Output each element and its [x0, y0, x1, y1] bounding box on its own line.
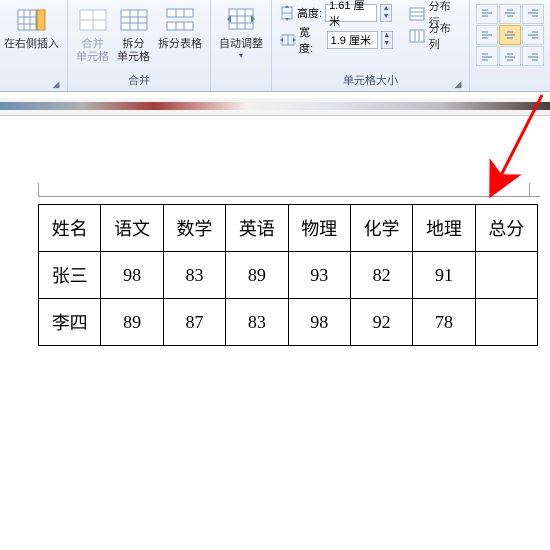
distribute-cols-icon	[409, 29, 425, 43]
width-icon	[280, 33, 296, 47]
autofit-button[interactable]: 自动调整 ▾	[215, 2, 267, 62]
split-table-icon	[164, 4, 196, 36]
table-cell[interactable]: 82	[350, 252, 412, 299]
insert-right-button[interactable]: 在右侧插入	[0, 2, 63, 53]
align-top-right-button[interactable]	[522, 4, 544, 24]
split-table-label: 拆分表格	[158, 38, 202, 51]
table-row: 张三 98 83 89 93 82 91	[39, 252, 538, 299]
split-cells-button[interactable]: 拆分 单元格	[113, 2, 154, 66]
dialog-launcher-icon[interactable]: ◢	[453, 79, 463, 89]
align-bottom-left-button[interactable]	[476, 46, 498, 66]
merge-cells-label: 合并 单元格	[76, 38, 109, 64]
distribute-cols-label: 分布列	[429, 20, 461, 52]
height-label: 高度:	[297, 5, 322, 21]
table-cell[interactable]: 78	[413, 299, 475, 346]
table-row: 李四 89 87 83 98 92 78	[39, 299, 538, 346]
width-spinner[interactable]: ▲▼	[381, 31, 393, 49]
width-value[interactable]: 1.9 厘米	[327, 31, 378, 49]
align-middle-center-button[interactable]	[499, 25, 521, 45]
table-cell[interactable]: 83	[163, 252, 225, 299]
document-page: 姓名 语文 数学 英语 物理 化学 地理 总分 张三 98 83 89 93 8…	[0, 116, 550, 346]
distribute-rows-icon	[409, 7, 425, 21]
distribute-cols-button[interactable]: 分布列	[409, 26, 461, 46]
table-cell[interactable]: 98	[101, 252, 163, 299]
align-bottom-center-button[interactable]	[499, 46, 521, 66]
insert-column-right-icon	[16, 4, 48, 36]
table-boundary-marker	[38, 196, 540, 204]
align-bottom-right-button[interactable]	[522, 46, 544, 66]
split-cells-icon	[118, 4, 150, 36]
table-cell[interactable]: 83	[226, 299, 288, 346]
align-top-center-button[interactable]	[499, 4, 521, 24]
table-header-cell[interactable]: 总分	[475, 205, 537, 252]
row-height-control[interactable]: 高度: 1.61 厘米 ▲▼	[280, 4, 393, 22]
ruler	[0, 98, 550, 116]
table-cell[interactable]: 87	[163, 299, 225, 346]
autofit-icon	[225, 4, 257, 36]
insert-right-label: 在右侧插入	[4, 38, 59, 51]
align-middle-right-button[interactable]	[522, 25, 544, 45]
height-icon	[280, 5, 294, 21]
table-header-row: 姓名 语文 数学 英语 物理 化学 地理 总分	[39, 205, 538, 252]
table-header-cell[interactable]: 化学	[350, 205, 412, 252]
dialog-launcher-icon[interactable]: ◢	[51, 79, 61, 89]
split-table-button[interactable]: 拆分表格	[154, 2, 206, 53]
autofit-label: 自动调整	[219, 38, 263, 51]
table-header-cell[interactable]: 英语	[226, 205, 288, 252]
table-cell[interactable]: 93	[288, 252, 350, 299]
autofit-group: 自动调整 ▾	[211, 0, 272, 91]
table-header-cell[interactable]: 物理	[288, 205, 350, 252]
cell-size-group: 高度: 1.61 厘米 ▲▼ 宽度: 1.9 厘米 ▲▼ 分布行	[272, 0, 470, 91]
width-label: 宽度:	[299, 24, 324, 56]
table-cell[interactable]	[475, 252, 537, 299]
alignment-group	[470, 0, 550, 91]
table-header-cell[interactable]: 姓名	[39, 205, 101, 252]
split-cells-label: 拆分 单元格	[117, 38, 150, 64]
table-cell[interactable]: 李四	[39, 299, 101, 346]
table-cell[interactable]	[475, 299, 537, 346]
dropdown-arrow-icon: ▾	[239, 51, 243, 60]
table-cell[interactable]: 92	[350, 299, 412, 346]
col-width-control[interactable]: 宽度: 1.9 厘米 ▲▼	[280, 24, 393, 56]
table-cell[interactable]: 89	[226, 252, 288, 299]
table-header-cell[interactable]: 地理	[413, 205, 475, 252]
height-value[interactable]: 1.61 厘米	[325, 4, 377, 22]
table-header-cell[interactable]: 数学	[163, 205, 225, 252]
merge-group-label: 合并	[72, 70, 206, 91]
height-spinner[interactable]: ▲▼	[380, 4, 392, 22]
table-cell[interactable]: 91	[413, 252, 475, 299]
ribbon: 在右侧插入 ◢ 合并 单元格 拆分 单元格	[0, 0, 550, 92]
table-cell[interactable]: 89	[101, 299, 163, 346]
align-top-left-button[interactable]	[476, 4, 498, 24]
table-header-cell[interactable]: 语文	[101, 205, 163, 252]
merge-cells-button[interactable]: 合并 单元格	[72, 2, 113, 66]
table-cell[interactable]: 98	[288, 299, 350, 346]
cell-size-group-label: 单元格大小	[343, 75, 398, 87]
score-table[interactable]: 姓名 语文 数学 英语 物理 化学 地理 总分 张三 98 83 89 93 8…	[38, 204, 538, 346]
align-middle-left-button[interactable]	[476, 25, 498, 45]
merge-group: 合并 单元格 拆分 单元格 拆分表格 合并	[68, 0, 211, 91]
merge-cells-icon	[77, 4, 109, 36]
table-cell[interactable]: 张三	[39, 252, 101, 299]
